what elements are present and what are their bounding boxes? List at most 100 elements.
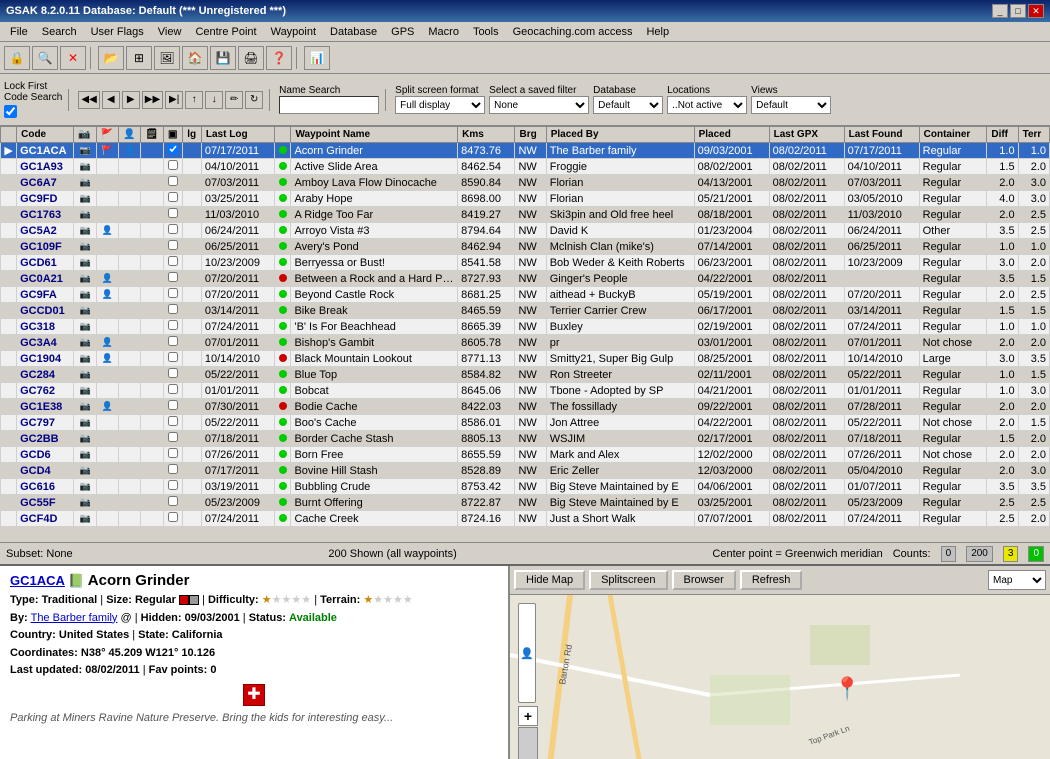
tool-search[interactable]: 🔍 xyxy=(32,46,58,70)
table-row[interactable]: GC1904 📷 👤 10/14/2010 Black Mountain Loo… xyxy=(1,351,1050,367)
nav-prev[interactable]: ◀ xyxy=(102,91,120,109)
menu-database[interactable]: Database xyxy=(324,25,383,39)
locations-select[interactable]: ..Not active xyxy=(667,96,747,114)
refresh-button[interactable]: Refresh xyxy=(740,570,803,590)
col-code[interactable]: Code xyxy=(17,127,74,143)
views-select[interactable]: Default xyxy=(751,96,831,114)
menu-centre-point[interactable]: Centre Point xyxy=(189,25,262,39)
split-screen-select[interactable]: Full display Horizontal Vertical xyxy=(395,96,485,114)
table-row[interactable]: GCD6 📷 07/26/2011 Born Free 8655.59 NW M… xyxy=(1,447,1050,463)
table-row[interactable]: GC797 📷 05/22/2011 Boo's Cache 8586.01 N… xyxy=(1,415,1050,431)
table-scroll[interactable]: Code 📷 🚩 👤 🗒 ▣ lg Last Log Waypoint Name… xyxy=(0,126,1050,526)
browser-button[interactable]: Browser xyxy=(672,570,736,590)
table-row[interactable]: GC55F 📷 05/23/2009 Burnt Offering 8722.8… xyxy=(1,495,1050,511)
col-last-gpx[interactable]: Last GPX xyxy=(769,127,844,143)
col-placed[interactable]: Placed xyxy=(694,127,769,143)
col-last-found[interactable]: Last Found xyxy=(844,127,919,143)
menu-waypoint[interactable]: Waypoint xyxy=(265,25,322,39)
col-kms[interactable]: Kms xyxy=(458,127,515,143)
table-row[interactable]: GC284 📷 05/22/2011 Blue Top 8584.82 NW R… xyxy=(1,367,1050,383)
col-photo[interactable]: 📷 xyxy=(74,127,96,143)
by-name-link[interactable]: The Barber family xyxy=(31,612,118,624)
table-row[interactable]: GC3A4 📷 👤 07/01/2011 Bishop's Gambit 860… xyxy=(1,335,1050,351)
col-type-icon[interactable] xyxy=(274,127,291,143)
splitscreen-button[interactable]: Splitscreen xyxy=(589,570,667,590)
col-waypoint-name[interactable]: Waypoint Name xyxy=(291,127,458,143)
hide-map-button[interactable]: Hide Map xyxy=(514,570,585,590)
table-row[interactable]: ▶ GC1ACA 📷 🚩 👤 07/17/2011 Acorn Grinder … xyxy=(1,143,1050,159)
nav-next[interactable]: ▶ xyxy=(122,91,140,109)
tool-save[interactable]: 💾 xyxy=(210,46,236,70)
cache-code-link[interactable]: GC1ACA xyxy=(10,573,65,588)
table-row[interactable]: GC762 📷 01/01/2011 Bobcat 8645.06 NW Tbo… xyxy=(1,383,1050,399)
table-row[interactable]: GC318 📷 07/24/2011 'B' Is For Beachhead … xyxy=(1,319,1050,335)
name-search-input[interactable] xyxy=(279,96,379,114)
col-cb[interactable]: ▣ xyxy=(164,127,183,143)
col-arrow[interactable] xyxy=(1,127,17,143)
nav-down[interactable]: ↓ xyxy=(205,91,223,109)
tool-clear[interactable]: ✕ xyxy=(60,46,86,70)
table-row[interactable]: GCCD01 📷 03/14/2011 Bike Break 8465.59 N… xyxy=(1,303,1050,319)
window-controls[interactable]: _ □ ✕ xyxy=(992,4,1044,18)
menu-macro[interactable]: Macro xyxy=(422,25,465,39)
table-row[interactable]: GCF4D 📷 07/24/2011 Cache Creek 8724.16 N… xyxy=(1,511,1050,527)
nav-end[interactable]: ▶| xyxy=(165,91,183,109)
tool-image[interactable]: 🖼 xyxy=(154,46,180,70)
nav-first[interactable]: ◀◀ xyxy=(78,91,99,109)
zoom-slider[interactable] xyxy=(518,727,538,759)
table-row[interactable]: GC6A7 📷 07/03/2011 Amboy Lava Flow Dinoc… xyxy=(1,175,1050,191)
menu-search[interactable]: Search xyxy=(36,25,83,39)
menu-gps[interactable]: GPS xyxy=(385,25,420,39)
tool-grid[interactable]: ⊞ xyxy=(126,46,152,70)
menu-user-flags[interactable]: User Flags xyxy=(85,25,150,39)
menu-geocaching[interactable]: Geocaching.com access xyxy=(507,25,639,39)
table-row[interactable]: GC1A93 📷 04/10/2011 Active Slide Area 84… xyxy=(1,159,1050,175)
col-note[interactable]: 🗒 xyxy=(141,127,164,143)
saved-filter-select[interactable]: None xyxy=(489,96,589,114)
nav-last[interactable]: ▶▶ xyxy=(142,91,163,109)
map-content[interactable]: Barton Rd Top Park Ln Ridge Dr 👤 + - 📍 xyxy=(510,595,1050,759)
col-placed-by[interactable]: Placed By xyxy=(546,127,694,143)
col-diff[interactable]: Diff xyxy=(987,127,1018,143)
col-terr[interactable]: Terr xyxy=(1018,127,1049,143)
table-row[interactable]: GCD4 📷 07/17/2011 Bovine Hill Stash 8528… xyxy=(1,463,1050,479)
table-row[interactable]: GC0A21 📷 👤 07/20/2011 Between a Rock and… xyxy=(1,271,1050,287)
col-last-log[interactable]: Last Log xyxy=(201,127,274,143)
nav-refresh[interactable]: ↻ xyxy=(245,91,263,109)
tool-help[interactable]: ❓ xyxy=(266,46,292,70)
table-row[interactable]: GC9FD 📷 03/25/2011 Araby Hope 8698.00 NW… xyxy=(1,191,1050,207)
table-row[interactable]: GC1E38 📷 👤 07/30/2011 Bodie Cache 8422.0… xyxy=(1,399,1050,415)
menu-view[interactable]: View xyxy=(152,25,188,39)
map-pin[interactable]: 📍 xyxy=(834,676,861,702)
nav-pencil[interactable]: ✏ xyxy=(225,91,243,109)
tool-home[interactable]: 🏠 xyxy=(182,46,208,70)
menu-file[interactable]: File xyxy=(4,25,34,39)
tool-chart[interactable]: 📊 xyxy=(304,46,330,70)
col-brg[interactable]: Brg xyxy=(515,127,546,143)
zoom-in-button[interactable]: + xyxy=(518,706,538,726)
table-row[interactable]: GCD61 📷 10/23/2009 Berryessa or Bust! 85… xyxy=(1,255,1050,271)
maximize-button[interactable]: □ xyxy=(1010,4,1026,18)
map-type-select[interactable]: Map Satellite Hybrid xyxy=(988,570,1046,590)
table-row[interactable]: GC616 📷 03/19/2011 Bubbling Crude 8753.4… xyxy=(1,479,1050,495)
nav-up[interactable]: ↑ xyxy=(185,91,203,109)
table-row[interactable]: GC1763 📷 11/03/2010 A Ridge Too Far 8419… xyxy=(1,207,1050,223)
cross-button[interactable]: ✚ xyxy=(243,684,265,706)
col-user[interactable]: 👤 xyxy=(119,127,141,143)
col-lg[interactable]: lg xyxy=(183,127,202,143)
table-row[interactable]: GC9FA 📷 👤 07/20/2011 Beyond Castle Rock … xyxy=(1,287,1050,303)
minimize-button[interactable]: _ xyxy=(992,4,1008,18)
database-select[interactable]: Default xyxy=(593,96,663,114)
table-row[interactable]: GC109F 📷 06/25/2011 Avery's Pond 8462.94… xyxy=(1,239,1050,255)
tool-lock[interactable]: 🔒 xyxy=(4,46,30,70)
col-container[interactable]: Container xyxy=(919,127,987,143)
table-row[interactable]: GC5A2 📷 👤 06/24/2011 Arroyo Vista #3 879… xyxy=(1,223,1050,239)
tool-print[interactable]: 🖨 xyxy=(238,46,264,70)
col-flag[interactable]: 🚩 xyxy=(96,127,118,143)
close-button[interactable]: ✕ xyxy=(1028,4,1044,18)
menu-tools[interactable]: Tools xyxy=(467,25,505,39)
tool-open[interactable]: 📂 xyxy=(98,46,124,70)
menu-help[interactable]: Help xyxy=(640,25,675,39)
table-row[interactable]: GC2BB 📷 07/18/2011 Border Cache Stash 88… xyxy=(1,431,1050,447)
lock-first-checkbox[interactable] xyxy=(4,105,17,118)
